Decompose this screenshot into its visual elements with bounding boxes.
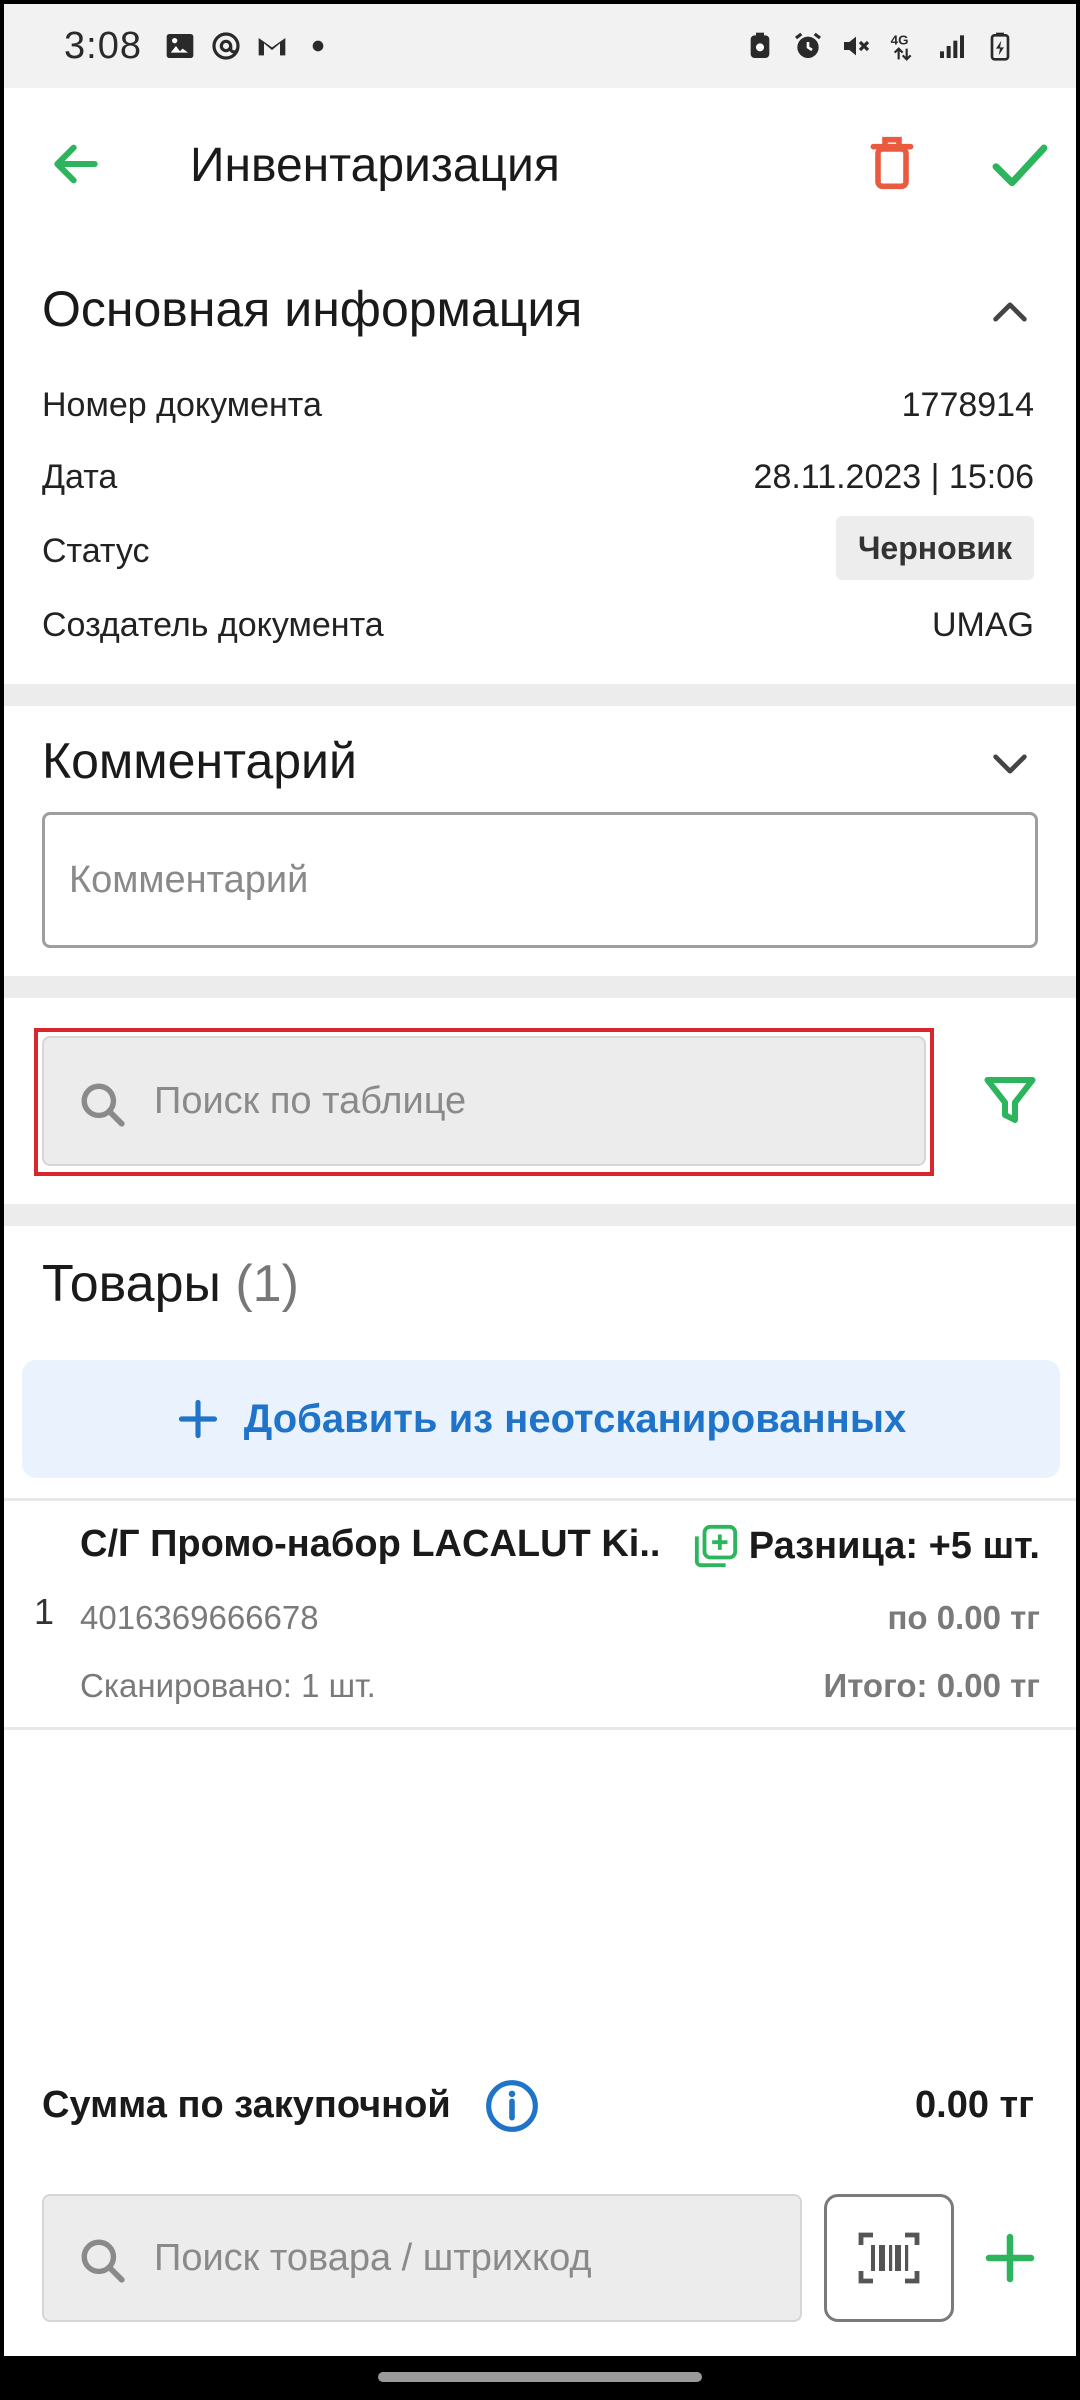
table-search-input[interactable]	[154, 1079, 924, 1123]
date-label: Дата	[42, 458, 118, 496]
alarm-icon	[795, 32, 821, 58]
info-icon[interactable]	[484, 2078, 540, 2134]
add-unscanned-label: Добавить из неотсканированных	[243, 1396, 907, 1441]
trash-icon[interactable]	[864, 132, 920, 194]
filter-icon[interactable]	[980, 1070, 1040, 1130]
add-unscanned-button[interactable]: Добавить из неотсканированных	[22, 1360, 1060, 1478]
chevron-down-icon[interactable]	[988, 746, 1032, 782]
gallery-icon	[166, 34, 194, 58]
doc-number-value: 1778914	[901, 386, 1034, 424]
arrow-left-icon[interactable]	[48, 136, 104, 192]
date-value: 28.11.2023 | 15:06	[753, 458, 1034, 496]
battery-saver-icon	[750, 32, 770, 58]
at-icon	[212, 32, 240, 60]
signal-icon	[940, 35, 964, 58]
plus-icon	[178, 1399, 217, 1439]
search-icon	[81, 2239, 125, 2283]
status-time: 3:08	[64, 24, 142, 67]
barcode-scan-button[interactable]	[824, 2194, 954, 2322]
comment-field[interactable]	[42, 812, 1038, 948]
divider	[4, 1204, 1076, 1226]
goods-count: (1)	[235, 1255, 299, 1313]
status-bar: 3:08 4G	[4, 4, 1076, 88]
status-right-icons: 4G	[744, 30, 1016, 62]
product-search-field[interactable]	[42, 2194, 802, 2322]
sum-label: Сумма по закупочной	[42, 2084, 451, 2126]
item-scanned: Сканировано: 1 шт.	[80, 1667, 376, 1704]
comment-input[interactable]	[69, 858, 1035, 902]
list-item[interactable]: 1 С/Г Промо-набор LACALUT Ki.. 401636966…	[4, 1498, 1076, 1730]
creator-value: UMAG	[932, 606, 1034, 644]
doc-number-label: Номер документа	[42, 386, 322, 424]
status-label: Статус	[42, 532, 150, 570]
item-price: по 0.00 тг	[887, 1599, 1040, 1636]
network-4g-icon: 4G	[891, 33, 912, 61]
item-difference-text: Разница: +5 шт.	[748, 1524, 1040, 1567]
dot-icon	[312, 40, 324, 52]
status-left-icons	[164, 30, 334, 62]
item-index: 1	[34, 1591, 55, 1632]
product-search-input[interactable]	[154, 2236, 800, 2280]
comment-title: Комментарий	[42, 733, 357, 789]
creator-label: Создатель документа	[42, 606, 384, 644]
item-difference: Разница: +5 шт.	[693, 1523, 1040, 1569]
goods-title-label: Товары	[42, 1255, 221, 1313]
chevron-up-icon[interactable]	[988, 294, 1032, 330]
page-title: Инвентаризация	[190, 139, 560, 192]
goods-title: Товары (1)	[42, 1254, 299, 1314]
mute-icon	[844, 36, 870, 56]
barcode-icon	[858, 2232, 920, 2284]
gmail-icon	[258, 38, 286, 56]
sum-value: 0.00 тг	[915, 2084, 1034, 2126]
divider	[4, 684, 1076, 706]
svg-text:4G: 4G	[891, 33, 909, 48]
search-icon	[81, 1083, 125, 1127]
item-barcode: 4016369666678	[80, 1599, 319, 1636]
main-info-title: Основная информация	[42, 281, 583, 337]
app-bar: Инвентаризация	[4, 88, 1076, 240]
divider	[4, 976, 1076, 998]
item-name: С/Г Промо-набор LACALUT Ki..	[80, 1523, 661, 1565]
screen: 3:08 4G Инвентаризация Основная информац…	[4, 4, 1076, 2356]
nav-gesture-handle[interactable]	[378, 2372, 702, 2382]
plus-square-icon	[694, 1524, 737, 1568]
table-search-field[interactable]	[42, 1036, 926, 1166]
item-total: Итого: 0.00 тг	[823, 1667, 1040, 1704]
status-badge: Черновик	[835, 516, 1034, 580]
add-product-icon[interactable]	[982, 2230, 1038, 2286]
checkmark-icon[interactable]	[988, 132, 1052, 196]
battery-icon	[990, 32, 1010, 61]
